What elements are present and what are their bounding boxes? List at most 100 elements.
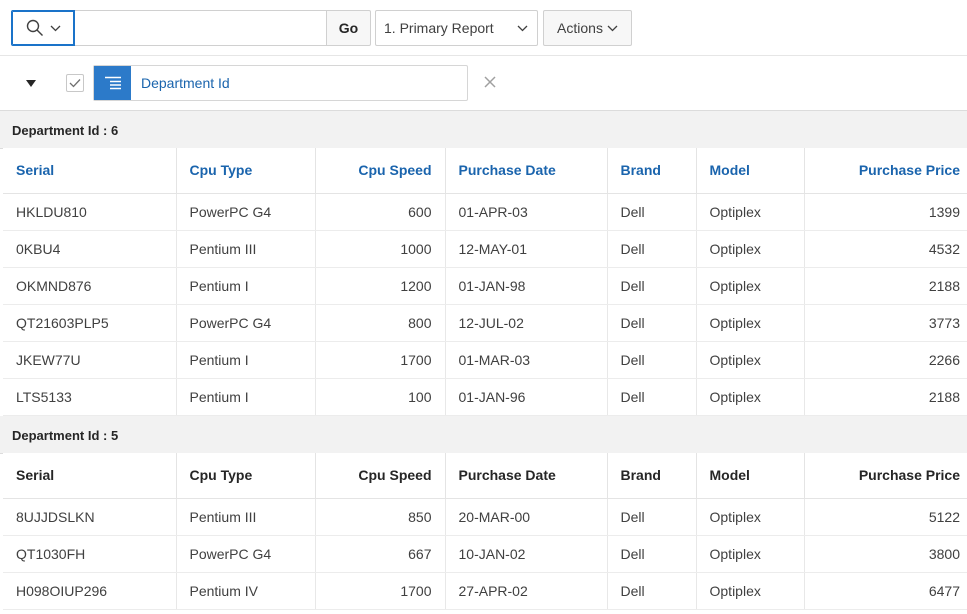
cell: 01-JAN-98	[445, 267, 608, 305]
checkmark-icon	[69, 79, 81, 88]
cell: Dell	[607, 193, 697, 231]
cell: 1000	[315, 230, 446, 268]
cell: 667	[315, 535, 446, 573]
cell: PowerPC G4	[176, 535, 316, 573]
report-table: Serial Cpu Type Cpu Speed Purchase Date …	[3, 148, 967, 416]
remove-control-break-button[interactable]	[481, 73, 499, 91]
cell: 1200	[315, 267, 446, 305]
chevron-down-icon	[517, 25, 528, 31]
column-header-purchase-price[interactable]: Purchase Price	[804, 453, 967, 499]
cell: 12-MAY-01	[445, 230, 608, 268]
cell: 800	[315, 304, 446, 342]
cell: 10-JAN-02	[445, 535, 608, 573]
control-break-chip[interactable]: Department Id	[93, 65, 468, 101]
cell: 27-APR-02	[445, 572, 608, 610]
cell: Optiplex	[696, 378, 805, 416]
cell: Dell	[607, 535, 697, 573]
cell: 600	[315, 193, 446, 231]
column-header-purchase-date[interactable]: Purchase Date	[445, 148, 608, 194]
column-header-purchase-date[interactable]: Purchase Date	[445, 453, 608, 499]
control-break-icon	[94, 66, 131, 100]
search-bar: Go	[11, 10, 371, 46]
group-header: Department Id : 6	[0, 111, 967, 149]
cell: Pentium III	[176, 230, 316, 268]
cell: 5122	[804, 498, 967, 536]
control-break-checkbox[interactable]	[66, 74, 84, 92]
cell: 6477	[804, 572, 967, 610]
cell: Dell	[607, 304, 697, 342]
chevron-down-icon	[607, 25, 618, 31]
column-header-model[interactable]: Model	[696, 148, 805, 194]
column-header-cpu-speed[interactable]: Cpu Speed	[315, 148, 446, 194]
cell: 100	[315, 378, 446, 416]
report-settings-row: Department Id	[0, 56, 967, 111]
cell: Optiplex	[696, 498, 805, 536]
table-row: 8UJJDSLKN Pentium III 850 20-MAR-00 Dell Opti…	[3, 498, 967, 536]
cell: Optiplex	[696, 535, 805, 573]
cell: 01-JAN-96	[445, 378, 608, 416]
cell: LTS5133	[3, 378, 177, 416]
table-row: OKMND876 Pentium I 1200 01-JAN-98 Dell Optipl…	[3, 267, 967, 305]
cell: 8UJJDSLKN	[3, 498, 177, 536]
column-header-cpu-type[interactable]: Cpu Type	[176, 453, 316, 499]
cell: 4532	[804, 230, 967, 268]
collapse-triangle-icon[interactable]	[24, 78, 38, 90]
cell: 01-APR-03	[445, 193, 608, 231]
column-header-serial[interactable]: Serial	[3, 453, 177, 499]
report-toolbar: Go 1. Primary Report Actions	[0, 0, 967, 56]
table-row: LTS5133 Pentium I 100 01-JAN-96 Dell Optiplex…	[3, 378, 967, 416]
report-table: Serial Cpu Type Cpu Speed Purchase Date …	[3, 453, 967, 610]
table-row: H098OIUP296 Pentium IV 1700 27-APR-02 Dell Op…	[3, 572, 967, 610]
table-row: QT1030FH PowerPC G4 667 10-JAN-02 Dell Optipl…	[3, 535, 967, 573]
cell: 1700	[315, 341, 446, 379]
column-header-cpu-speed[interactable]: Cpu Speed	[315, 453, 446, 499]
table-row: QT21603PLP5 PowerPC G4 800 12-JUL-02 Dell Opt…	[3, 304, 967, 342]
search-input[interactable]	[75, 10, 327, 46]
cell: Dell	[607, 230, 697, 268]
cell: Optiplex	[696, 193, 805, 231]
column-header-cpu-type[interactable]: Cpu Type	[176, 148, 316, 194]
table-row: 0KBU4 Pentium III 1000 12-MAY-01 Dell Optiple…	[3, 230, 967, 268]
header-row: Serial Cpu Type Cpu Speed Purchase Date …	[3, 148, 967, 194]
table-row: JKEW77U Pentium I 1700 01-MAR-03 Dell Optiple…	[3, 341, 967, 379]
column-header-serial[interactable]: Serial	[3, 148, 177, 194]
cell: Optiplex	[696, 230, 805, 268]
column-header-purchase-price[interactable]: Purchase Price	[804, 148, 967, 194]
search-column-selector[interactable]	[11, 10, 75, 46]
cell: 01-MAR-03	[445, 341, 608, 379]
cell: QT21603PLP5	[3, 304, 177, 342]
cell: Pentium I	[176, 267, 316, 305]
cell: 3773	[804, 304, 967, 342]
cell: Optiplex	[696, 572, 805, 610]
cell: Dell	[607, 572, 697, 610]
cell: 850	[315, 498, 446, 536]
column-header-brand[interactable]: Brand	[607, 453, 697, 499]
cell: JKEW77U	[3, 341, 177, 379]
cell: QT1030FH	[3, 535, 177, 573]
cell: 0KBU4	[3, 230, 177, 268]
cell: Pentium III	[176, 498, 316, 536]
cell: Dell	[607, 378, 697, 416]
column-header-model[interactable]: Model	[696, 453, 805, 499]
cell: Optiplex	[696, 341, 805, 379]
cell: 2188	[804, 378, 967, 416]
cell: PowerPC G4	[176, 304, 316, 342]
actions-menu-button[interactable]: Actions	[543, 10, 632, 46]
actions-label: Actions	[557, 20, 603, 36]
cell: Dell	[607, 341, 697, 379]
column-header-brand[interactable]: Brand	[607, 148, 697, 194]
cell: PowerPC G4	[176, 193, 316, 231]
cell: 1700	[315, 572, 446, 610]
cell: Pentium IV	[176, 572, 316, 610]
group-header: Department Id : 5	[0, 416, 967, 454]
cell: H098OIUP296	[3, 572, 177, 610]
cell: 12-JUL-02	[445, 304, 608, 342]
cell: 2188	[804, 267, 967, 305]
go-button[interactable]: Go	[326, 10, 371, 46]
cell: Dell	[607, 498, 697, 536]
cell: 3800	[804, 535, 967, 573]
cell: 20-MAR-00	[445, 498, 608, 536]
chevron-down-icon	[50, 25, 60, 31]
cell: 2266	[804, 341, 967, 379]
saved-report-select[interactable]: 1. Primary Report	[375, 10, 538, 46]
